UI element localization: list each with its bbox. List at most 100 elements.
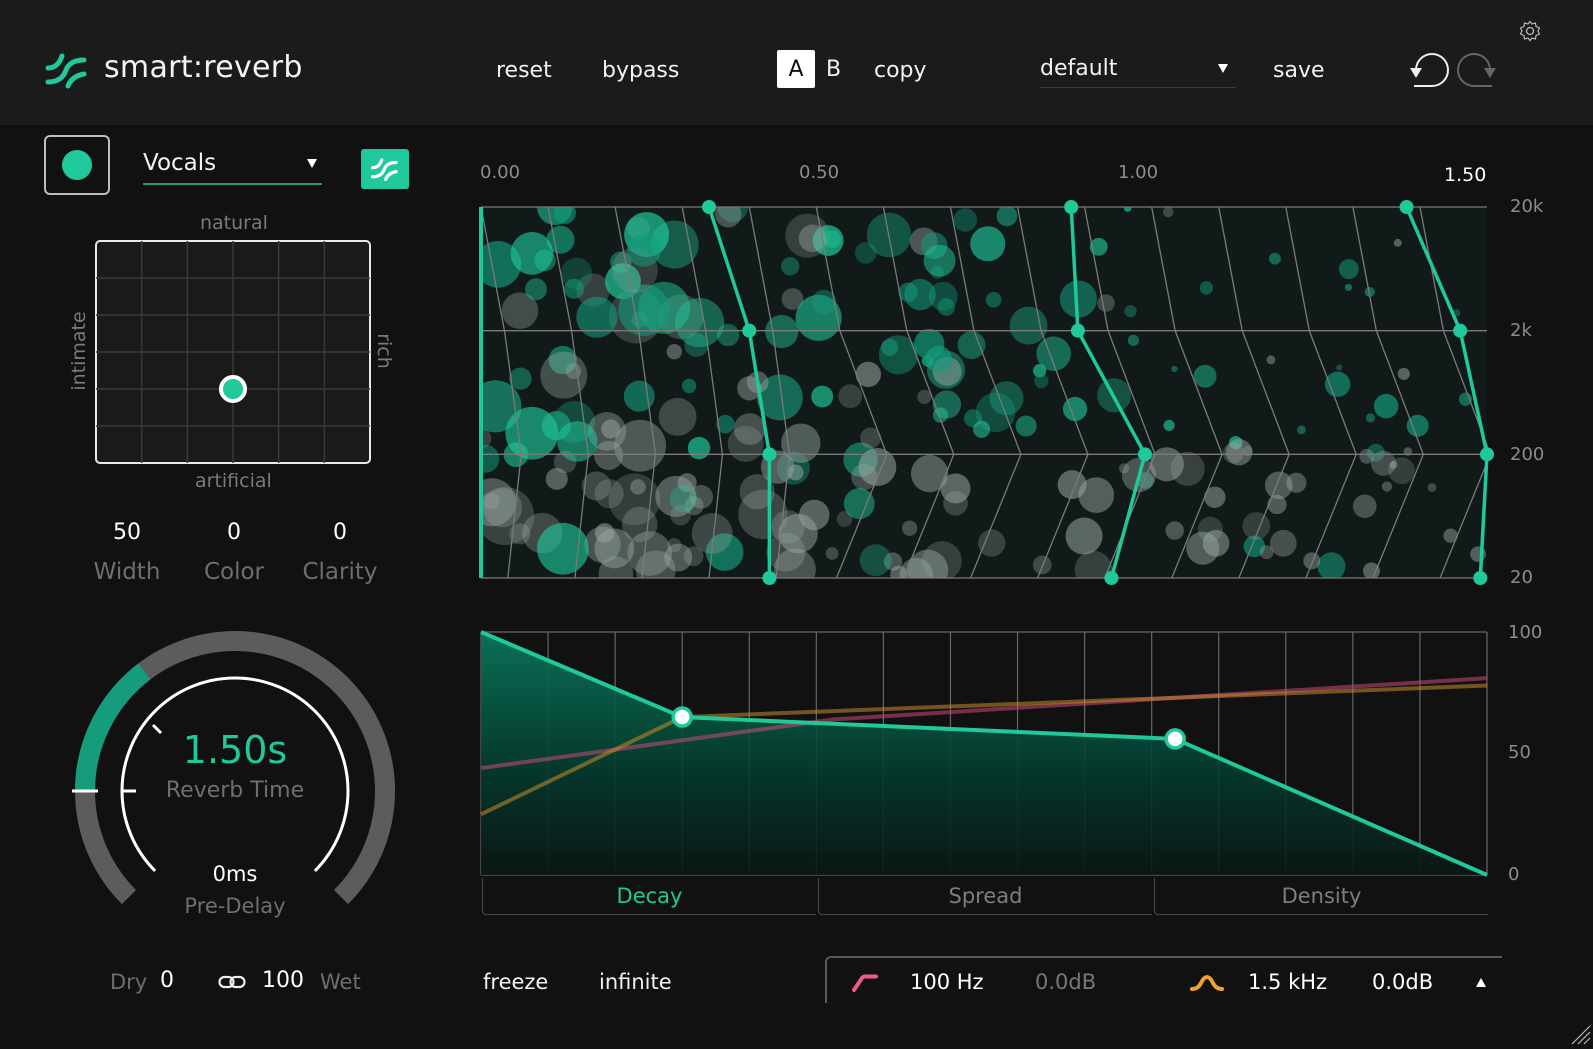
contour-node[interactable]: [1399, 200, 1414, 214]
contour-node[interactable]: [742, 323, 757, 338]
mid-freq-value[interactable]: 1.5 kHz: [1248, 970, 1327, 994]
particle: [1009, 306, 1048, 345]
particle: [510, 232, 554, 275]
particle: [1317, 552, 1346, 578]
particle: [1269, 529, 1297, 557]
decay-handle[interactable]: [1164, 728, 1186, 750]
resize-handle-icon[interactable]: [1568, 1022, 1592, 1046]
particle: [854, 242, 877, 264]
reverb-time-value: 1.50s: [182, 728, 288, 772]
ab-a-button[interactable]: A: [777, 50, 815, 88]
sonible-waves-icon: [45, 53, 87, 89]
contour-node[interactable]: [762, 447, 777, 462]
particle: [1163, 419, 1175, 432]
low-freq-value[interactable]: 100 Hz: [910, 970, 984, 994]
bell-filter-icon[interactable]: [1190, 974, 1224, 992]
reset-button[interactable]: reset: [496, 58, 552, 83]
param-value-color[interactable]: 0: [194, 520, 274, 545]
pre-delay-value[interactable]: 0ms: [120, 862, 350, 886]
xy-handle[interactable]: [219, 375, 247, 403]
particle: [505, 406, 559, 460]
smart-process-button[interactable]: [361, 149, 409, 189]
particle: [799, 499, 830, 531]
wet-label: Wet: [320, 970, 361, 994]
profile-dropdown[interactable]: Vocals: [143, 150, 322, 185]
param-label-clarity: Clarity: [302, 559, 378, 585]
dry-label: Dry: [110, 970, 148, 994]
particle: [545, 467, 568, 490]
freeze-button[interactable]: freeze: [483, 970, 548, 994]
contour-node[interactable]: [1070, 323, 1085, 338]
particle: [901, 520, 918, 536]
xy-right-label: rich: [373, 333, 395, 369]
copy-button[interactable]: copy: [874, 58, 927, 83]
knob-inner-arc: [120, 676, 350, 872]
particle: [658, 397, 697, 436]
decay-chart[interactable]: [470, 620, 1500, 885]
param-value-width[interactable]: 50: [87, 520, 167, 545]
infinite-button[interactable]: infinite: [599, 970, 672, 994]
particle: [914, 328, 945, 360]
decay-handle[interactable]: [671, 706, 693, 728]
particle: [524, 278, 547, 301]
mid-gain-value[interactable]: 0.0dB: [1372, 970, 1433, 994]
particle: [1303, 552, 1321, 570]
link-icon[interactable]: [218, 975, 246, 989]
ab-b-button[interactable]: B: [826, 57, 841, 82]
contour-node[interactable]: [1064, 200, 1079, 214]
undo-icon[interactable]: [1402, 50, 1452, 92]
particle: [1265, 471, 1293, 500]
particle: [1352, 494, 1377, 519]
particle: [666, 344, 682, 360]
particle: [953, 208, 978, 232]
y-tick-label: 2k: [1510, 320, 1532, 341]
particle: [623, 380, 655, 412]
param-label-width: Width: [93, 559, 161, 585]
particle: [576, 296, 618, 338]
gear-icon[interactable]: [1519, 20, 1541, 42]
contour-node[interactable]: [702, 200, 717, 214]
particle-chart[interactable]: [470, 195, 1500, 590]
contour-node[interactable]: [1480, 447, 1494, 462]
save-button[interactable]: save: [1273, 58, 1325, 83]
particle: [635, 550, 676, 578]
contour-node[interactable]: [1453, 323, 1468, 338]
bypass-button[interactable]: bypass: [602, 58, 679, 83]
tab-decay[interactable]: Decay: [482, 878, 816, 915]
y-tick-label: 0: [1508, 864, 1520, 885]
particle: [1458, 392, 1473, 406]
particle: [780, 257, 800, 276]
triangle-up-icon[interactable]: [1476, 978, 1486, 987]
particle: [773, 548, 816, 578]
contour-node[interactable]: [1473, 571, 1488, 585]
decay-area: [481, 632, 1487, 875]
particle: [1193, 364, 1217, 388]
record-button[interactable]: [44, 135, 110, 195]
low-gain-value[interactable]: 0.0dB: [1035, 970, 1096, 994]
contour-node[interactable]: [762, 571, 777, 585]
preset-dropdown[interactable]: default: [1040, 56, 1236, 88]
wet-value[interactable]: 100: [262, 968, 304, 993]
particle: [1297, 425, 1306, 435]
reverb-time-label: Reverb Time: [165, 778, 305, 803]
particle: [1162, 207, 1174, 218]
xy-pad[interactable]: [95, 240, 371, 464]
contour-node[interactable]: [1137, 447, 1152, 462]
app-title: smart:reverb: [104, 50, 303, 85]
particle: [1365, 413, 1376, 423]
contour-node[interactable]: [1104, 571, 1119, 585]
tab-spread[interactable]: Spread: [818, 878, 1152, 915]
particle: [557, 421, 598, 462]
redo-icon[interactable]: [1454, 50, 1504, 92]
particle: [1344, 283, 1353, 291]
logo: [44, 50, 90, 94]
particle: [684, 333, 709, 357]
tab-density[interactable]: Density: [1154, 878, 1488, 915]
xy-left-label: intimate: [68, 311, 90, 391]
param-value-clarity[interactable]: 0: [300, 520, 380, 545]
particle: [922, 541, 962, 578]
particle: [1266, 355, 1276, 365]
particle: [1123, 207, 1132, 212]
low-cut-icon[interactable]: [852, 974, 878, 992]
dry-value[interactable]: 0: [160, 968, 174, 993]
